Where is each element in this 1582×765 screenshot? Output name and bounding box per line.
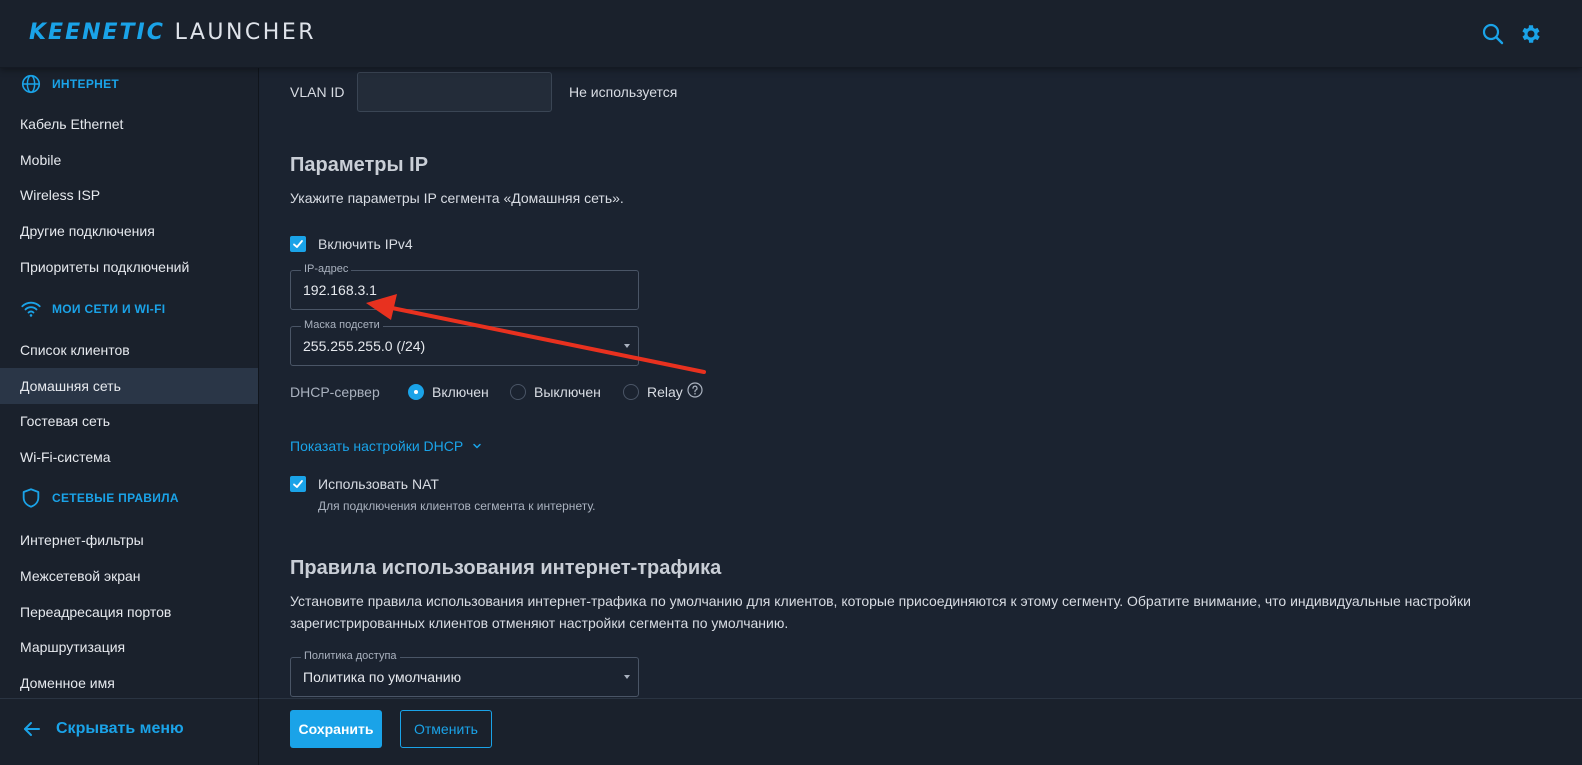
sidebar-item-mobile[interactable]: Mobile [0,142,258,178]
sidebar-section-network-rules: СЕТЕВЫЕ ПРАВИЛА [20,486,179,510]
nat-hint: Для подключения клиентов сегмента к инте… [318,499,596,513]
help-icon[interactable] [687,382,703,398]
chevron-down-icon [473,443,481,449]
dhcp-option-off: Выключен [534,384,601,400]
action-bar: Сохранить Отменить [259,698,1582,765]
sidebar-section-title: МОИ СЕТИ И WI-FI [52,302,166,316]
nat-checkbox[interactable] [290,476,306,492]
sidebar-item-other-connections[interactable]: Другие подключения [0,213,258,249]
subnet-mask-select[interactable]: Маска подсети 255.255.255.0 (/24) [290,319,639,366]
hide-menu-button[interactable]: Скрывать меню [22,719,184,739]
subnet-mask-legend: Маска подсети [301,319,383,331]
save-button[interactable]: Сохранить [290,710,382,748]
dhcp-option-relay: Relay [647,384,683,400]
sidebar-section-title: ИНТЕРНЕТ [52,77,120,91]
logo-brand: KEENETIC [29,20,165,45]
sidebar-item-ethernet[interactable]: Кабель Ethernet [0,106,258,142]
dhcp-radio-relay[interactable] [623,384,639,400]
ip-address-legend: IP-адрес [301,263,352,275]
globe-icon [21,74,41,94]
gear-icon[interactable] [1519,22,1543,46]
sidebar-item-firewall[interactable]: Межсетевой экран [0,558,258,594]
check-icon [293,480,303,488]
ip-address-field[interactable]: IP-адрес 192.168.3.1 [290,263,639,310]
sidebar-item-home-network[interactable]: Домашняя сеть [0,368,258,404]
sidebar-item-connection-priorities[interactable]: Приоритеты подключений [0,249,258,285]
dhcp-radio-off[interactable] [510,384,526,400]
sidebar-item-wireless-isp[interactable]: Wireless ISP [0,177,258,213]
caret-down-icon [624,344,630,348]
sidebar-item-client-list[interactable]: Список клиентов [0,332,258,368]
sidebar-section-my-networks: МОИ СЕТИ И WI-FI [20,297,165,321]
ip-address-value: 192.168.3.1 [303,282,377,298]
main-content: VLAN ID Не используется Параметры IP Ука… [259,68,1582,698]
dhcp-radio-on[interactable] [408,384,424,400]
cancel-button[interactable]: Отменить [400,710,492,748]
ipv4-checkbox[interactable] [290,236,306,252]
caret-down-icon [624,675,630,679]
sidebar-section-internet: ИНТЕРНЕТ [20,72,119,96]
sidebar: ИНТЕРНЕТ Кабель Ethernet Mobile Wireless… [0,68,259,698]
sidebar-item-wifi-system[interactable]: Wi-Fi-система [0,439,258,475]
ip-params-title: Параметры IP [290,154,429,176]
sidebar-item-internet-filters[interactable]: Интернет-фильтры [0,522,258,558]
traffic-rules-title: Правила использования интернет-трафика [290,557,722,579]
sidebar-footer: Скрывать меню [0,698,259,765]
arrow-left-icon [24,722,40,736]
sidebar-item-routing[interactable]: Маршрутизация [0,629,258,665]
check-icon [293,240,303,248]
sidebar-item-domain-name[interactable]: Доменное имя [0,665,258,698]
shield-icon [22,488,40,508]
hide-menu-label: Скрывать меню [56,720,184,737]
traffic-rules-description-2: зарегистрированных клиентов отменяют нас… [290,615,789,631]
app-logo: KEENETIC LAUNCHER [29,20,316,45]
subnet-mask-value: 255.255.255.0 (/24) [303,338,426,354]
vlan-label: VLAN ID [290,84,345,100]
search-icon[interactable] [1481,22,1505,46]
vlan-id-input[interactable] [357,72,552,112]
traffic-rules-description-1: Установите правила использования интерне… [290,593,1471,609]
sidebar-section-title: СЕТЕВЫЕ ПРАВИЛА [52,491,179,505]
sidebar-item-port-forwarding[interactable]: Переадресация портов [0,594,258,630]
app-header: KEENETIC LAUNCHER [0,0,1582,68]
show-dhcp-settings-link[interactable]: Показать настройки DHCP [290,438,483,454]
dhcp-option-on: Включен [432,384,489,400]
nat-label: Использовать NAT [318,476,439,492]
ipv4-label: Включить IPv4 [318,236,413,252]
dhcp-server-label: DHCP-сервер [290,384,380,400]
sidebar-item-guest-network[interactable]: Гостевая сеть [0,403,258,439]
access-policy-legend: Политика доступа [301,650,400,662]
show-dhcp-settings-label: Показать настройки DHCP [290,438,464,454]
access-policy-select[interactable]: Политика доступа Политика по умолчанию [290,650,639,697]
wifi-icon [21,301,41,317]
vlan-status: Не используется [569,84,678,100]
ip-params-description: Укажите параметры IP сегмента «Домашняя … [290,190,624,206]
logo-product: LAUNCHER [174,20,317,45]
access-policy-value: Политика по умолчанию [303,669,462,685]
